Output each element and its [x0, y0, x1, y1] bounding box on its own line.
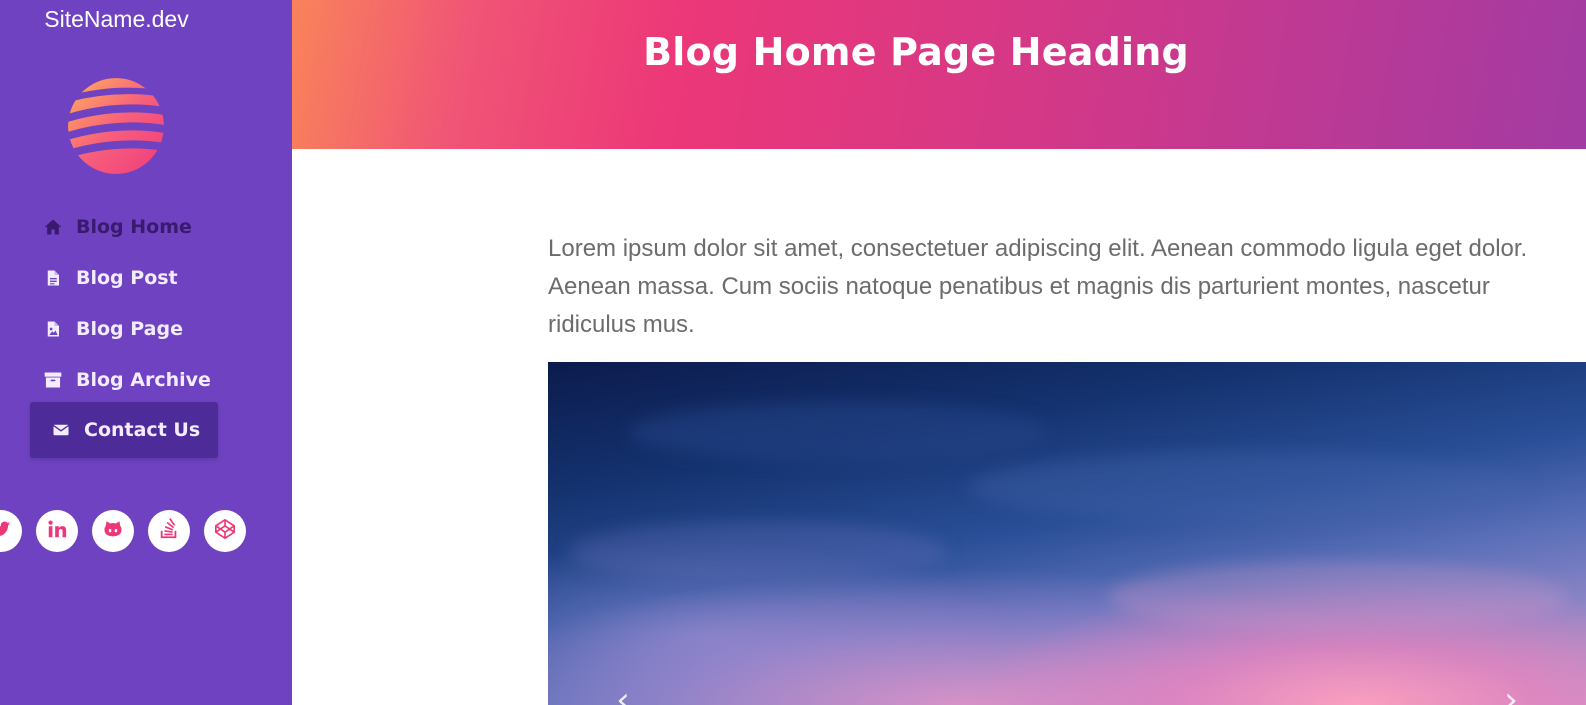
sidebar-item-blog-page[interactable]: Blog Page: [30, 302, 183, 356]
sidebar-item-blog-home[interactable]: Blog Home: [30, 200, 192, 254]
envelope-icon: [50, 419, 72, 441]
codepen-icon: [214, 518, 236, 544]
file-image-icon: [42, 318, 64, 340]
chevron-left-icon[interactable]: ‹: [608, 683, 638, 705]
chevron-right-icon[interactable]: ›: [1496, 683, 1526, 705]
sidebar-item-label: Blog Home: [76, 216, 192, 238]
file-text-icon: [42, 267, 64, 289]
sidebar-item-contact-us[interactable]: Contact Us: [30, 402, 219, 458]
sky-cloud: [968, 452, 1528, 522]
sky-cloud: [628, 402, 1048, 462]
sky-cloud: [568, 522, 948, 582]
twitter-icon: [0, 518, 12, 544]
intro-paragraph: Lorem ipsum dolor sit amet, consectetuer…: [548, 235, 1528, 338]
site-name[interactable]: SiteName.dev: [0, 6, 233, 33]
sidebar: SiteName.dev Blog Home Blog Post Blog Pa…: [0, 0, 292, 705]
github-link[interactable]: [92, 510, 134, 552]
social-links: [0, 510, 246, 552]
linkedin-icon: [46, 518, 68, 544]
archive-icon: [42, 369, 64, 391]
striped-globe-logo[interactable]: [66, 76, 166, 176]
sidebar-item-label: Contact Us: [84, 419, 201, 441]
twitter-link[interactable]: [0, 510, 22, 552]
sidebar-item-label: Blog Post: [76, 267, 178, 289]
linkedin-link[interactable]: [36, 510, 78, 552]
home-icon: [42, 216, 64, 238]
sidebar-item-blog-archive[interactable]: Blog Archive: [30, 353, 211, 407]
sidebar-item-blog-post[interactable]: Blog Post: [30, 251, 178, 305]
page-header: Blog Home Page Heading: [292, 0, 1586, 149]
github-icon: [102, 518, 124, 544]
codepen-link[interactable]: [204, 510, 246, 552]
page-title: Blog Home Page Heading: [643, 30, 1189, 74]
sidebar-item-label: Blog Page: [76, 318, 183, 340]
stackoverflow-icon: [158, 518, 180, 544]
sidebar-item-label: Blog Archive: [76, 369, 211, 391]
hero-carousel[interactable]: ‹ ›: [548, 362, 1586, 705]
stackoverflow-link[interactable]: [148, 510, 190, 552]
sky-cloud: [1108, 562, 1568, 632]
